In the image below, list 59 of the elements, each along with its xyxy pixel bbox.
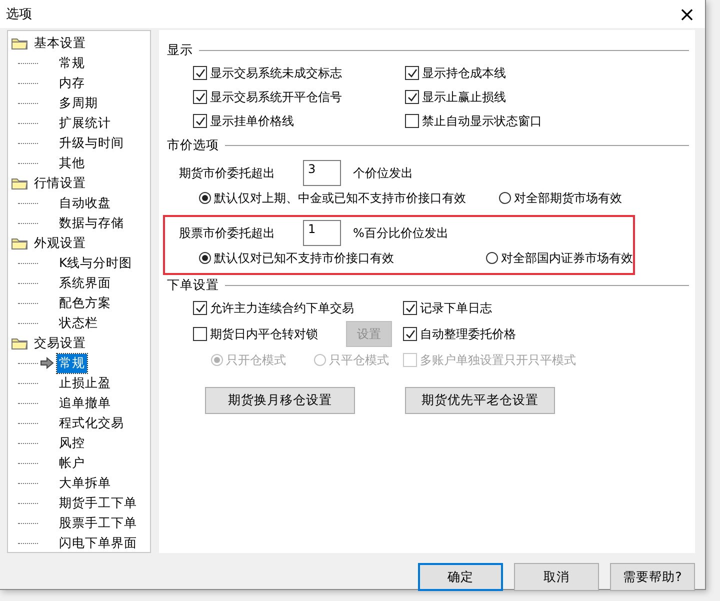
radio-label: 对全部国内证券市场有效 (501, 250, 633, 266)
checkbox-label: 多账户单独设置只开只平模式 (420, 352, 576, 368)
checkbox-label: 禁止自动显示状态窗口 (422, 112, 542, 130)
checkbox-label: 显示持仓成本线 (422, 64, 506, 82)
radio-label: 对全部期货市场有效 (514, 190, 622, 206)
checkbox-label: 显示止赢止损线 (422, 88, 506, 106)
tree-item[interactable]: 配色方案 (57, 294, 113, 312)
tree-item[interactable]: 期货手工下单 (57, 494, 139, 512)
radio-label: 只平仓模式 (329, 352, 389, 368)
tree-item[interactable]: 扩展统计 (57, 114, 113, 132)
tree-item[interactable]: 大单拆单 (57, 474, 113, 492)
tree-item[interactable]: 状态栏 (57, 314, 100, 332)
checkbox-label: 记录下单日志 (420, 300, 492, 316)
section-title: 市价选项 (167, 136, 219, 154)
tree-item[interactable]: 常规 (57, 54, 87, 72)
tree-group[interactable]: 外观设置 (34, 234, 86, 252)
tree-item[interactable]: 升级与时间 (57, 134, 126, 152)
window-title: 选项 (5, 6, 32, 23)
tree-group[interactable]: 交易设置 (34, 334, 86, 352)
checkbox-label: 显示交易系统开平仓信号 (210, 88, 342, 106)
tree-item[interactable]: 追单撤单 (57, 394, 113, 412)
tree-item[interactable]: 其他 (57, 154, 87, 172)
section-title: 下单设置 (167, 276, 219, 294)
settings-button[interactable]: 期货优先平老仓设置 (405, 387, 555, 414)
checkbox-label: 允许主力连续合约下单交易 (210, 300, 354, 316)
tree-item[interactable]: 系统界面 (57, 274, 113, 292)
tree-item[interactable]: 常规 (57, 354, 87, 372)
tree-item[interactable]: 股票手工下单 (57, 514, 139, 532)
tree-item[interactable]: 内存 (57, 74, 87, 92)
checkbox-label: 自动整理委托价格 (420, 326, 516, 342)
number-field[interactable]: 1 (303, 220, 341, 246)
tree-item[interactable]: 止损止盈 (57, 374, 113, 392)
close-button[interactable]: × (669, 0, 705, 28)
field-label: 股票市价委托超出 (179, 224, 276, 242)
tree-item[interactable]: 程式化交易 (57, 414, 126, 432)
radio-label: 只开仓模式 (226, 352, 286, 368)
checkbox-label: 显示挂单价格线 (210, 112, 294, 130)
number-field[interactable]: 3 (303, 160, 341, 186)
checkbox-label: 显示交易系统未成交标志 (210, 64, 342, 82)
field-suffix: 个价位发出 (353, 164, 413, 182)
tree-item[interactable]: 闪电下单界面 (57, 534, 139, 552)
dialog-button[interactable]: 需要帮助? (610, 563, 695, 591)
tree-item[interactable]: 风控 (57, 434, 87, 452)
field-suffix: %百分比价位发出 (353, 224, 448, 242)
tree-group[interactable]: 行情设置 (34, 174, 86, 192)
tree-item[interactable]: 数据与存储 (57, 214, 126, 232)
checkbox-label: 期货日内平仓转对锁 (210, 326, 318, 342)
field-label: 期货市价委托超出 (179, 164, 276, 182)
radio-label: 默认仅对上期、中金或已知不支持市价接口有效 (214, 190, 466, 206)
settings-button[interactable]: 期货换月移仓设置 (205, 387, 355, 414)
radio-label: 默认仅对已知不支持市价接口有效 (214, 250, 394, 266)
dialog-button[interactable]: 确定 (418, 563, 503, 591)
tree-item[interactable]: 多周期 (57, 94, 100, 112)
tree-group[interactable]: 基本设置 (34, 34, 86, 52)
tree-item[interactable]: K线与分时图 (57, 254, 134, 272)
tree-item[interactable]: 帐户 (57, 454, 87, 472)
dialog-button[interactable]: 取消 (514, 563, 599, 591)
tree-item[interactable]: 自动收盘 (57, 194, 113, 212)
section-title: 显示 (167, 42, 193, 58)
